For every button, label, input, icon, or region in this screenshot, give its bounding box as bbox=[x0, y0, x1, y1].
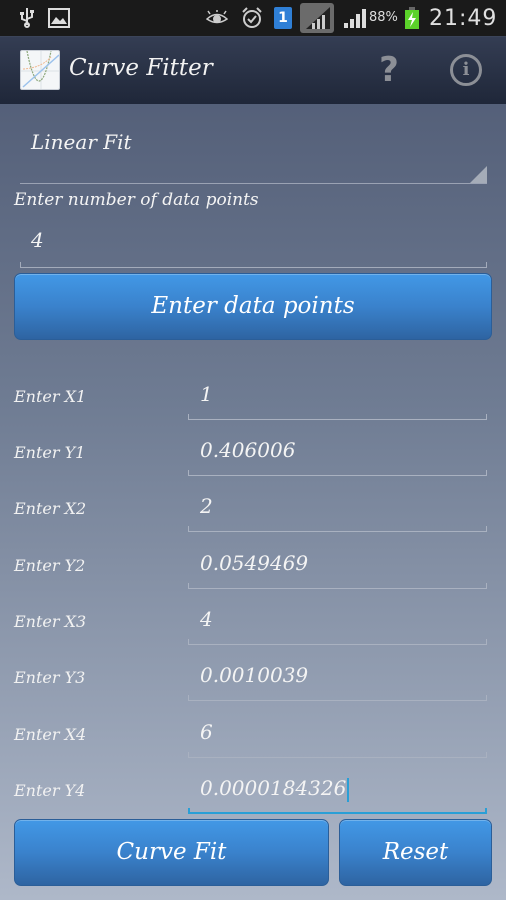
input-underline bbox=[188, 752, 487, 758]
curve-fit-button[interactable]: Curve Fit bbox=[14, 819, 329, 886]
reset-button[interactable]: Reset bbox=[339, 819, 492, 886]
y2-value: 0.0549469 bbox=[200, 551, 309, 575]
y3-label: Enter Y3 bbox=[14, 668, 86, 687]
y3-input[interactable]: 0.0010039 bbox=[188, 655, 487, 701]
y4-input[interactable]: 0.0000184326 bbox=[188, 768, 487, 814]
x1-value: 1 bbox=[200, 382, 213, 406]
y2-input[interactable]: 0.0549469 bbox=[188, 543, 487, 589]
x3-label: Enter X3 bbox=[14, 612, 87, 631]
y1-label: Enter Y1 bbox=[14, 443, 86, 462]
input-underline bbox=[188, 695, 487, 701]
signal-icon bbox=[343, 7, 367, 29]
eye-icon bbox=[206, 7, 228, 29]
num-points-label: Enter number of data points bbox=[14, 190, 259, 210]
battery-percent: 88% bbox=[369, 10, 398, 25]
usb-icon bbox=[20, 7, 34, 29]
app-title: Curve Fitter bbox=[69, 55, 213, 81]
y1-input[interactable]: 0.406006 bbox=[188, 430, 487, 476]
y4-value-wrap: 0.0000184326 bbox=[200, 776, 350, 802]
input-underline bbox=[188, 414, 487, 420]
num-points-input[interactable]: 4 bbox=[20, 222, 487, 268]
x3-input[interactable]: 4 bbox=[188, 599, 487, 645]
input-underline bbox=[188, 639, 487, 645]
y3-value: 0.0010039 bbox=[200, 663, 309, 687]
input-underline bbox=[20, 262, 487, 268]
num-points-value: 4 bbox=[31, 228, 44, 252]
x2-label: Enter X2 bbox=[14, 499, 87, 518]
y2-label: Enter Y2 bbox=[14, 556, 86, 575]
help-button[interactable]: ? bbox=[372, 49, 406, 91]
x3-value: 4 bbox=[200, 607, 213, 631]
x4-value: 6 bbox=[200, 720, 213, 744]
fit-type-dropdown[interactable]: Linear Fit bbox=[20, 124, 487, 184]
x4-input[interactable]: 6 bbox=[188, 712, 487, 758]
input-underline bbox=[188, 526, 487, 532]
input-underline-focused bbox=[188, 808, 487, 814]
dropdown-arrow-icon bbox=[470, 166, 487, 183]
clock: 21:49 bbox=[429, 6, 498, 31]
x4-label: Enter X4 bbox=[14, 725, 87, 744]
y1-value: 0.406006 bbox=[200, 438, 296, 462]
enter-data-points-button[interactable]: Enter data points bbox=[14, 273, 492, 340]
dropdown-underline bbox=[20, 183, 487, 184]
info-button[interactable]: i bbox=[450, 54, 482, 86]
x1-label: Enter X1 bbox=[14, 387, 87, 406]
x2-value: 2 bbox=[200, 494, 213, 518]
action-bar: Curve Fitter ? i bbox=[0, 36, 506, 104]
input-underline bbox=[188, 583, 487, 589]
image-icon bbox=[48, 7, 70, 29]
battery-charging-icon bbox=[404, 7, 420, 29]
no-signal-icon bbox=[300, 3, 334, 33]
app-logo-icon bbox=[20, 50, 60, 90]
text-cursor bbox=[347, 777, 350, 802]
y4-label: Enter Y4 bbox=[14, 781, 86, 800]
x2-input[interactable]: 2 bbox=[188, 486, 487, 532]
input-underline bbox=[188, 470, 487, 476]
y4-value: 0.0000184326 bbox=[200, 776, 347, 800]
x1-input[interactable]: 1 bbox=[188, 374, 487, 420]
notification-1-icon: 1 bbox=[274, 7, 292, 29]
fit-type-value: Linear Fit bbox=[31, 130, 132, 154]
status-bar: 1 88% 21:49 bbox=[0, 0, 506, 36]
alarm-icon bbox=[241, 7, 263, 29]
